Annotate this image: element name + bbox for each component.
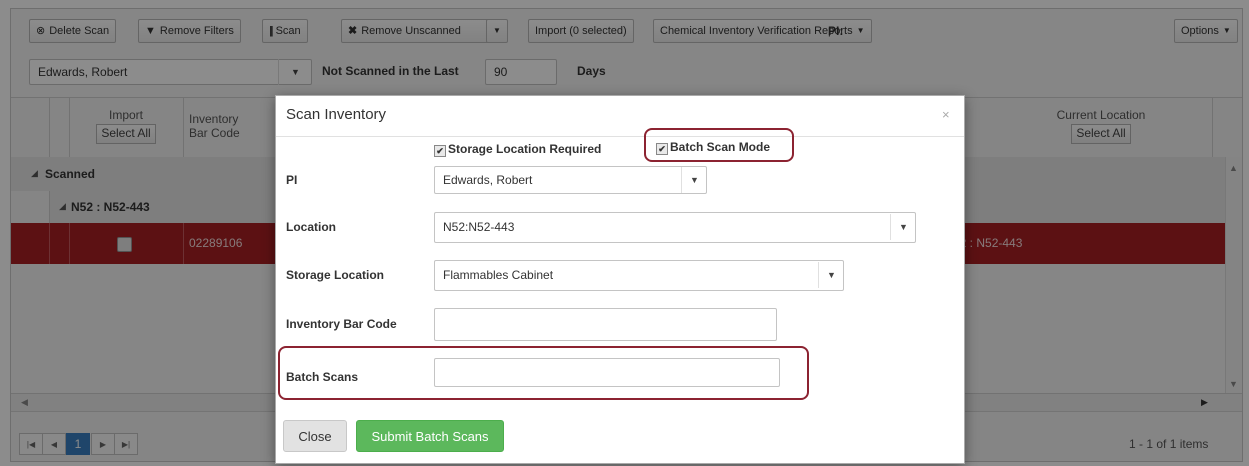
chevron-down-icon: ▼	[690, 175, 699, 185]
storage-location-required-option[interactable]: ✔ Storage Location Required	[434, 142, 601, 157]
storage-required-label: Storage Location Required	[448, 142, 602, 156]
dialog-title: Scan Inventory	[286, 106, 387, 123]
submit-batch-scans-label: Submit Batch Scans	[371, 428, 489, 444]
dialog-header: Scan Inventory ×	[276, 96, 964, 137]
chevron-down-icon: ▼	[827, 270, 836, 280]
pi-field-caret[interactable]: ▼	[681, 167, 707, 193]
storage-location-value: Flammables Cabinet	[443, 268, 554, 282]
batch-scan-mode-option[interactable]: ✔ Batch Scan Mode	[656, 140, 770, 155]
chevron-down-icon: ▼	[899, 222, 908, 232]
scan-inventory-dialog: Scan Inventory × ✔ Storage Location Requi…	[275, 95, 965, 464]
storage-location-field-label: Storage Location	[286, 268, 385, 282]
submit-batch-scans-button[interactable]: Submit Batch Scans	[356, 420, 504, 452]
checkbox-checked-icon[interactable]: ✔	[434, 145, 446, 157]
batch-scans-input[interactable]	[434, 358, 780, 387]
location-field-value: N52:N52-443	[443, 220, 515, 234]
checkbox-checked-icon[interactable]: ✔	[656, 143, 668, 155]
close-button[interactable]: Close	[283, 420, 347, 452]
close-icon[interactable]: ×	[942, 107, 950, 122]
location-field-caret[interactable]: ▼	[890, 214, 916, 240]
pi-field-value: Edwards, Robert	[443, 173, 533, 187]
storage-location-select[interactable]: Flammables Cabinet	[434, 260, 844, 291]
pi-field-select[interactable]: Edwards, Robert	[434, 166, 707, 194]
location-field-select[interactable]: N52:N52-443	[434, 212, 916, 243]
batch-scan-mode-label: Batch Scan Mode	[670, 140, 771, 154]
barcode-field-label: Inventory Bar Code	[286, 317, 397, 331]
location-field-label: Location	[286, 220, 336, 234]
close-button-label: Close	[298, 428, 332, 444]
barcode-input[interactable]	[434, 308, 777, 341]
pi-field-label: PI	[286, 173, 298, 187]
storage-location-caret[interactable]: ▼	[818, 262, 844, 288]
batch-scans-field-label: Batch Scans	[286, 370, 359, 384]
